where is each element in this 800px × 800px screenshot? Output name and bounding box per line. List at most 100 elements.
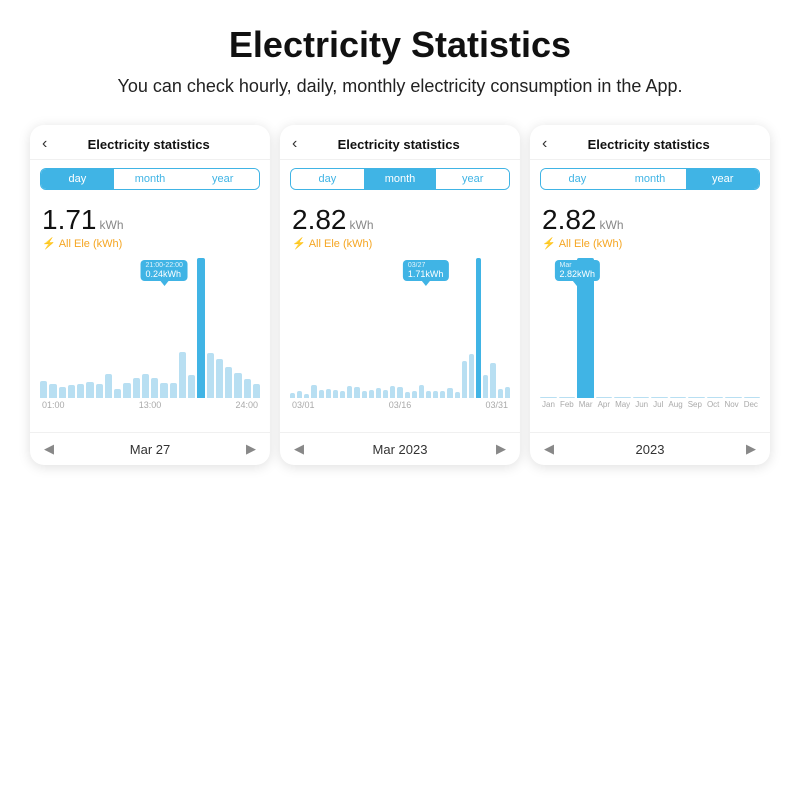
bar-month-17 bbox=[412, 391, 417, 398]
bar-day-8 bbox=[114, 389, 121, 398]
chart-day: 21:00-22:000.24kWh 01:00 13:00 24:00 bbox=[30, 258, 270, 428]
bar-month-6 bbox=[333, 390, 338, 398]
bar-year-0 bbox=[540, 397, 557, 398]
bar-year-8 bbox=[688, 397, 705, 398]
phone-day: ‹ Electricity statistics day month year … bbox=[30, 125, 270, 465]
bar-month-29 bbox=[498, 389, 503, 399]
bar-year-10 bbox=[725, 397, 742, 398]
bar-month-21 bbox=[440, 391, 445, 399]
bar-month-28 bbox=[490, 363, 495, 398]
tab-year-month[interactable]: month bbox=[614, 169, 687, 189]
bar-year-1 bbox=[559, 397, 576, 398]
bar-day-1 bbox=[49, 384, 56, 398]
back-arrow-icon[interactable]: ‹ bbox=[42, 135, 47, 153]
top-bar-day: ‹ Electricity statistics bbox=[30, 125, 270, 160]
bar-day-2 bbox=[59, 387, 66, 398]
tab-day-month[interactable]: month bbox=[114, 169, 187, 189]
nav-bar-year: ◀ 2023 ▶ bbox=[530, 432, 770, 465]
nav-prev-month[interactable]: ◀ bbox=[294, 441, 304, 457]
tab-year-day[interactable]: day bbox=[541, 169, 614, 189]
nav-label-month: Mar 2023 bbox=[373, 442, 428, 457]
chart-month: 03/271.71kWh 03/01 03/16 03/31 bbox=[280, 258, 520, 428]
bar-day-17 bbox=[197, 258, 204, 398]
nav-label-day: Mar 27 bbox=[130, 442, 170, 457]
tab-month-day[interactable]: day bbox=[291, 169, 364, 189]
phone-year: ‹ Electricity statistics day month year … bbox=[530, 125, 770, 465]
nav-next-month[interactable]: ▶ bbox=[496, 441, 506, 457]
month-bars bbox=[288, 258, 512, 398]
bar-month-30 bbox=[505, 387, 510, 399]
page-subtitle: You can check hourly, daily, monthly ele… bbox=[40, 74, 760, 99]
bar-day-6 bbox=[96, 384, 103, 398]
bar-day-21 bbox=[234, 373, 241, 398]
phone-month: ‹ Electricity statistics day month year … bbox=[280, 125, 520, 465]
kwh-value-year: 2.82 bbox=[542, 204, 597, 236]
bolt-icon-month: ⚡ bbox=[292, 237, 306, 250]
bar-day-22 bbox=[244, 379, 251, 399]
bar-day-9 bbox=[123, 383, 130, 399]
kwh-unit-month: kWh bbox=[350, 218, 374, 232]
kwh-section-year: 2.82 kWh ⚡ All Ele (kWh) bbox=[530, 198, 770, 252]
bar-day-23 bbox=[253, 384, 260, 398]
tab-month-month[interactable]: month bbox=[364, 169, 437, 189]
page-header: Electricity Statistics You can check hou… bbox=[0, 0, 800, 115]
bar-month-5 bbox=[326, 389, 331, 398]
tab-year-year[interactable]: year bbox=[686, 169, 759, 189]
kwh-unit-year: kWh bbox=[600, 218, 624, 232]
kwh-value-month: 2.82 bbox=[292, 204, 347, 236]
bar-year-7 bbox=[670, 397, 687, 398]
bar-month-8 bbox=[347, 386, 352, 399]
bar-year-9 bbox=[707, 397, 724, 398]
tab-day-year[interactable]: year bbox=[186, 169, 259, 189]
nav-prev-day[interactable]: ◀ bbox=[44, 441, 54, 457]
bar-month-7 bbox=[340, 391, 345, 398]
bar-month-0 bbox=[290, 393, 295, 398]
nav-bar-month: ◀ Mar 2023 ▶ bbox=[280, 432, 520, 465]
bar-month-18 bbox=[419, 385, 424, 398]
bar-day-16 bbox=[188, 375, 195, 399]
x-axis-day: 01:00 13:00 24:00 bbox=[38, 398, 262, 410]
bar-day-14 bbox=[170, 383, 177, 398]
bar-year-6 bbox=[651, 397, 668, 398]
kwh-label-day: All Ele (kWh) bbox=[59, 238, 123, 250]
kwh-value-day: 1.71 bbox=[42, 204, 97, 236]
nav-label-year: 2023 bbox=[636, 442, 665, 457]
bar-year-3 bbox=[596, 397, 613, 398]
kwh-unit-day: kWh bbox=[100, 218, 124, 232]
bar-day-5 bbox=[86, 382, 93, 399]
back-arrow-icon-year[interactable]: ‹ bbox=[542, 135, 547, 153]
bolt-icon-year: ⚡ bbox=[542, 237, 556, 250]
nav-next-year[interactable]: ▶ bbox=[746, 441, 756, 457]
bar-month-22 bbox=[447, 388, 452, 398]
bar-month-26 bbox=[476, 258, 481, 398]
bar-day-18 bbox=[207, 353, 214, 398]
tab-bar-month: day month year bbox=[290, 168, 510, 190]
bar-day-3 bbox=[68, 385, 75, 398]
page-title: Electricity Statistics bbox=[40, 24, 760, 66]
bar-month-3 bbox=[311, 385, 316, 399]
bar-month-1 bbox=[297, 391, 302, 398]
x-axis-month: 03/01 03/16 03/31 bbox=[288, 398, 512, 410]
tab-month-year[interactable]: year bbox=[436, 169, 509, 189]
bar-month-12 bbox=[376, 388, 381, 398]
back-arrow-icon-month[interactable]: ‹ bbox=[292, 135, 297, 153]
bar-day-20 bbox=[225, 367, 232, 398]
bar-month-20 bbox=[433, 391, 438, 398]
kwh-label-year: All Ele (kWh) bbox=[559, 238, 623, 250]
bar-year-4 bbox=[614, 397, 631, 398]
bar-month-15 bbox=[397, 387, 402, 398]
bar-month-2 bbox=[304, 394, 309, 399]
bar-day-13 bbox=[160, 383, 167, 398]
tab-day-day[interactable]: day bbox=[41, 169, 114, 189]
bar-month-10 bbox=[362, 391, 367, 398]
phone-title-year: Electricity statistics bbox=[555, 137, 742, 152]
phones-row: ‹ Electricity statistics day month year … bbox=[0, 115, 800, 465]
bar-day-7 bbox=[105, 374, 112, 398]
nav-next-day[interactable]: ▶ bbox=[246, 441, 256, 457]
nav-prev-year[interactable]: ◀ bbox=[544, 441, 554, 457]
bar-month-13 bbox=[383, 390, 388, 399]
tab-bar-year: day month year bbox=[540, 168, 760, 190]
top-bar-month: ‹ Electricity statistics bbox=[280, 125, 520, 160]
bar-month-25 bbox=[469, 354, 474, 398]
bar-day-19 bbox=[216, 359, 223, 398]
